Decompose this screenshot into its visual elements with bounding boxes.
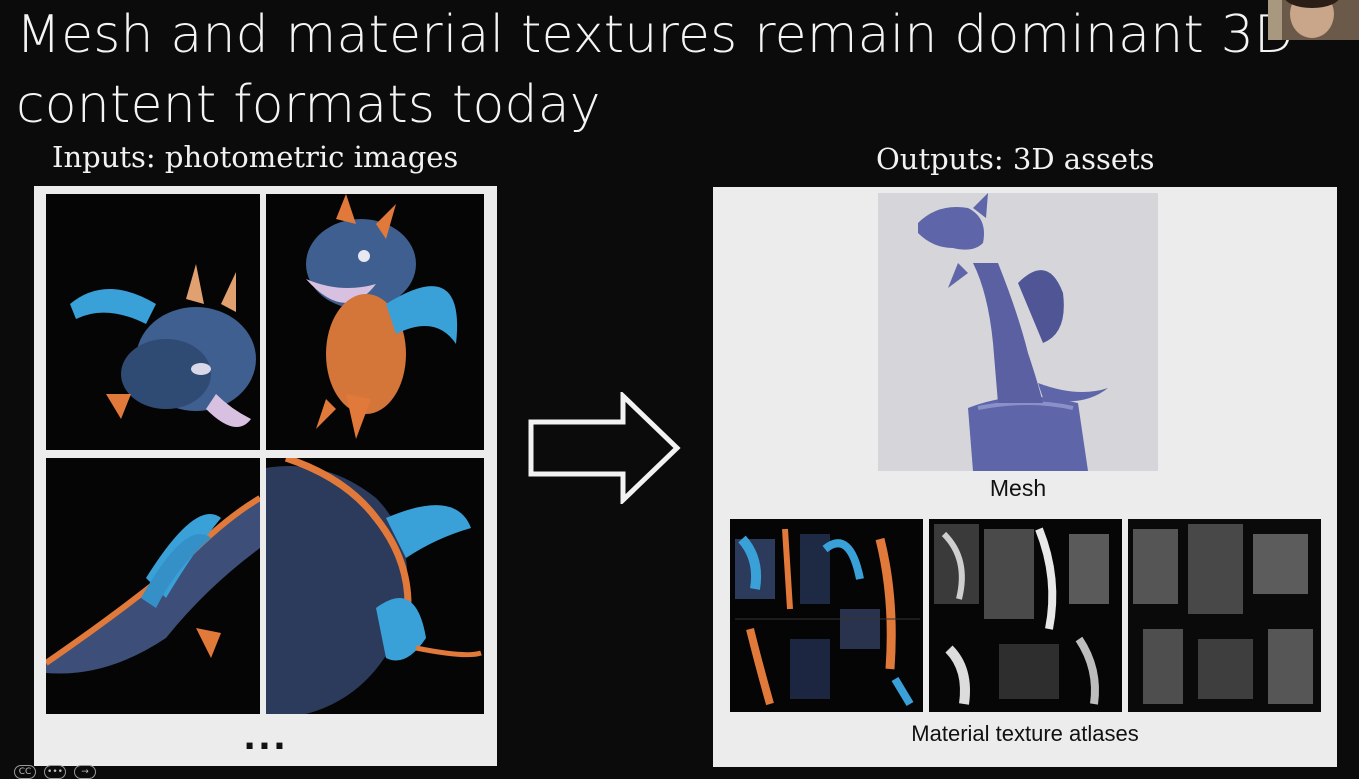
- more-icon[interactable]: •••: [44, 765, 66, 779]
- player-controls: CC ••• →: [0, 764, 110, 779]
- texture-atlas-roughness: [929, 519, 1122, 712]
- webcam-thumbnail: [1268, 0, 1359, 40]
- outputs-panel: Mesh Material texture atlases: [713, 187, 1337, 767]
- texture-atlas-color: [730, 519, 923, 712]
- arrow-right-icon: [528, 392, 681, 504]
- input-photo: [266, 194, 484, 450]
- captions-button[interactable]: CC: [14, 765, 36, 779]
- input-photo: [46, 194, 260, 450]
- mesh-render: [878, 193, 1158, 471]
- mesh-caption: Mesh: [989, 475, 1047, 501]
- input-photo: [46, 458, 260, 714]
- arrow-right-circle-icon[interactable]: →: [74, 765, 96, 779]
- input-photo: [266, 458, 484, 714]
- atlas-caption: Material texture atlases: [911, 721, 1139, 746]
- slide-title: Mesh and material textures remain domina…: [16, 5, 1295, 135]
- more-images-ellipsis: ...: [243, 718, 288, 758]
- outputs-label: Outputs: 3D assets: [876, 142, 1155, 176]
- inputs-panel: ...: [34, 186, 497, 766]
- inputs-label: Inputs: photometric images: [52, 140, 459, 174]
- texture-atlas-metallic: [1128, 519, 1321, 712]
